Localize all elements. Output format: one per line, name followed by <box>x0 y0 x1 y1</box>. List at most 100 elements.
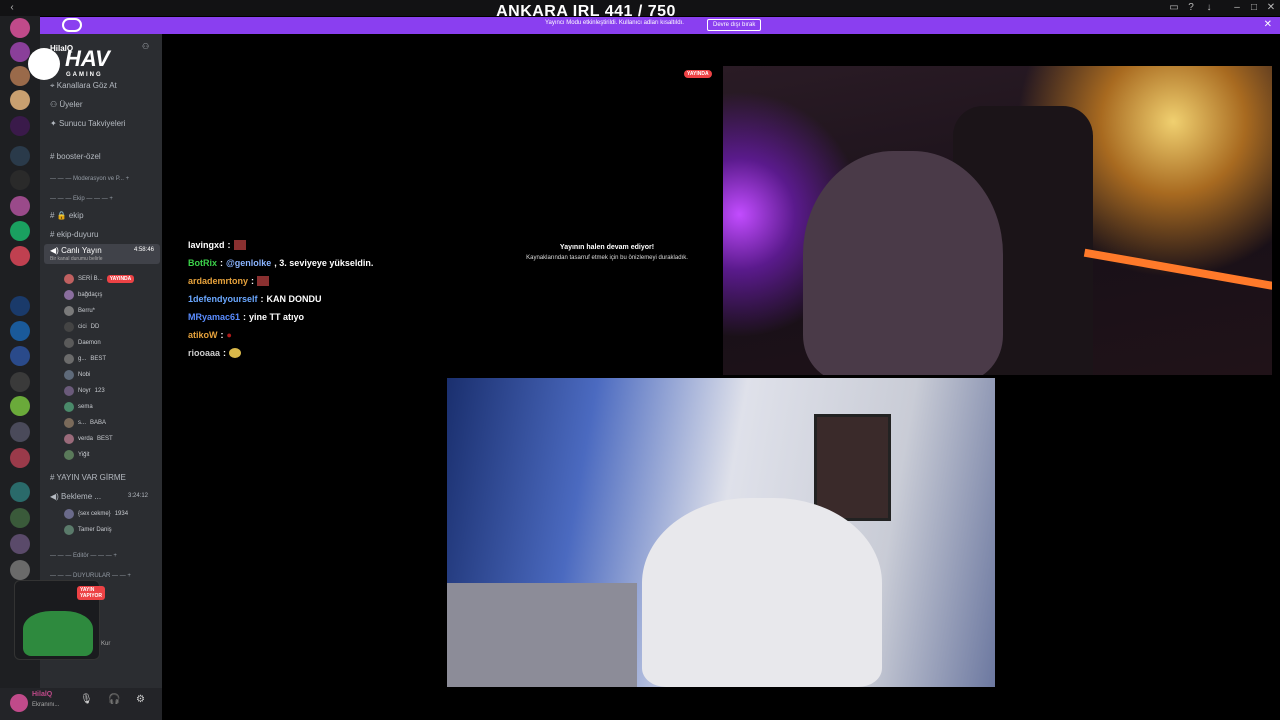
server-icon[interactable] <box>10 146 30 166</box>
stream-preview-popout[interactable]: YAYIN YAPIYOR Kur <box>14 580 110 660</box>
voice-user[interactable]: Noyr 123 <box>64 386 105 396</box>
voice-user[interactable]: Yiğit <box>64 450 89 460</box>
server-icon[interactable] <box>10 170 30 190</box>
server-icon[interactable] <box>10 396 30 416</box>
minimize-icon[interactable]: – <box>1229 2 1245 13</box>
voice-user[interactable]: Tamer Daniş <box>64 525 112 535</box>
avatar <box>64 370 74 380</box>
channel-booster-ozel[interactable]: # booster-özel <box>50 152 101 161</box>
pip-sublabel: Kur <box>101 641 111 647</box>
channel-ekip[interactable]: # 🔒 ekip <box>50 211 84 220</box>
server-icon[interactable] <box>10 296 30 316</box>
server-icon[interactable] <box>10 42 30 62</box>
avatar <box>64 434 74 444</box>
server-icon[interactable] <box>10 422 30 442</box>
chat-message: riooaaa : <box>188 348 242 358</box>
category-editor[interactable]: — — — Editör — — — + <box>50 553 117 559</box>
emote-icon: ● <box>226 330 232 340</box>
camera-feed-bottom <box>447 378 995 687</box>
paused-subtitle: Kaynaklarından tasarruf etmek için bu ön… <box>526 255 688 261</box>
feather-logo-icon <box>28 48 60 80</box>
voice-user[interactable]: bağdaçış <box>64 290 102 300</box>
voice-user[interactable]: Daemon <box>64 338 101 348</box>
category-duyurular[interactable]: — — — DUYURULAR — — + <box>50 573 131 579</box>
preview-thumbnail <box>23 611 93 656</box>
voice-user[interactable]: Berru* <box>64 306 95 316</box>
voice-user[interactable]: cici DD <box>64 322 99 332</box>
voice-user[interactable]: sema <box>64 402 93 412</box>
avatar <box>64 290 74 300</box>
live-badge: YAYIN YAPIYOR <box>77 586 106 600</box>
server-icon[interactable] <box>10 508 30 528</box>
members-link[interactable]: ⚇ Üyeler <box>50 100 83 109</box>
server-icon[interactable] <box>10 448 30 468</box>
avatar <box>64 338 74 348</box>
avatar[interactable] <box>10 694 28 712</box>
voice-channel-waiting[interactable]: ◀) Bekleme ... <box>50 492 101 501</box>
invite-icon[interactable]: ⚇ <box>142 42 149 51</box>
paused-preview-notice: Yayının halen devam ediyor! Kaynaklarınd… <box>462 244 752 261</box>
category-ekip[interactable]: — — — Ekip — — — + <box>50 196 113 202</box>
download-icon[interactable]: ↓ <box>1201 2 1217 13</box>
server-icon[interactable] <box>10 221 30 241</box>
server-boosts-link[interactable]: ✦ Sunucu Takviyeleri <box>50 119 126 128</box>
server-icon[interactable] <box>10 560 30 580</box>
server-icon[interactable] <box>10 346 30 366</box>
server-icon[interactable] <box>10 321 30 341</box>
wall-poster-shape <box>814 414 891 521</box>
user-status: Ekranını... <box>32 702 60 708</box>
emote-icon <box>257 276 270 286</box>
speaker-icon: ◀) <box>50 246 59 255</box>
avatar <box>64 418 74 428</box>
bed-shape <box>447 583 637 687</box>
voice-user[interactable]: Nobi <box>64 370 90 380</box>
server-icon[interactable] <box>10 482 30 502</box>
voice-user[interactable]: verda BEST <box>64 434 113 444</box>
help-icon[interactable]: ? <box>1183 2 1199 13</box>
close-banner-icon[interactable]: ✕ <box>1264 19 1272 30</box>
avatar <box>64 354 74 364</box>
server-icon[interactable] <box>10 246 30 266</box>
user-panel: HilalQ Ekranını... 🎙 🎧 ⚙ <box>0 688 162 720</box>
voice-channel-status[interactable]: Bir kanal durumu belirle <box>50 256 160 262</box>
avatar <box>64 402 74 412</box>
avatar <box>64 386 74 396</box>
server-icon[interactable] <box>10 196 30 216</box>
live-badge: YAYINDA <box>684 70 712 78</box>
chat-message: atikoW : ● <box>188 330 232 340</box>
voice-channel-name: Canlı Yayın <box>61 246 102 255</box>
voice-user[interactable]: {sex cekme} 1934 <box>64 509 128 519</box>
server-icon[interactable] <box>10 116 30 136</box>
server-logo: HAV GAMING <box>28 46 112 84</box>
server-icon[interactable] <box>10 66 30 86</box>
chat-message: 1defendyourself : KAN DONDU <box>188 294 322 304</box>
live-badge: YAYINDA <box>106 275 135 283</box>
voice-user[interactable]: s... BABA <box>64 418 106 428</box>
category-moderation[interactable]: — — — Moderasyon ve P... + <box>50 176 129 182</box>
chat-message: MRyamac61 : yine TT atıyo <box>188 312 305 322</box>
avatar <box>64 322 74 332</box>
avatar <box>64 306 74 316</box>
server-icon[interactable] <box>10 90 30 110</box>
headset-icon[interactable]: 🎧 <box>108 694 120 705</box>
microphone-icon[interactable]: 🎙 <box>80 694 93 705</box>
voice-user[interactable]: SERİ B... YAYINDA <box>64 274 135 284</box>
emote-icon <box>233 240 246 250</box>
voice-user[interactable]: g... BEST <box>64 354 106 364</box>
voice-channel-timer: 4:58:46 <box>133 247 154 253</box>
close-window-icon[interactable]: ✕ <box>1263 2 1279 13</box>
server-icon[interactable] <box>10 534 30 554</box>
server-icon[interactable] <box>10 372 30 392</box>
stream-overlay-title: ANKARA IRL 441 / 750 <box>496 3 676 20</box>
paused-title: Yayının halen devam ediyor! <box>559 244 655 251</box>
maximize-icon[interactable]: □ <box>1246 2 1262 13</box>
settings-gear-icon[interactable]: ⚙ <box>136 694 145 705</box>
chat-message: BotRix : @genlolke, 3. seviyeye yükseldi… <box>188 258 374 268</box>
avatar <box>64 509 74 519</box>
camera-feed-top <box>723 66 1272 375</box>
channel-ekip-duyuru[interactable]: # ekip-duyuru <box>50 230 98 239</box>
avatar <box>64 525 74 535</box>
channel-yayin-var-girme[interactable]: # YAYIN VAR GİRME <box>50 473 126 482</box>
person-silhouette <box>803 151 1003 375</box>
voice-channel-live[interactable]: ◀) Canlı Yayın 4:58:46 Bir kanal durumu … <box>44 244 160 264</box>
